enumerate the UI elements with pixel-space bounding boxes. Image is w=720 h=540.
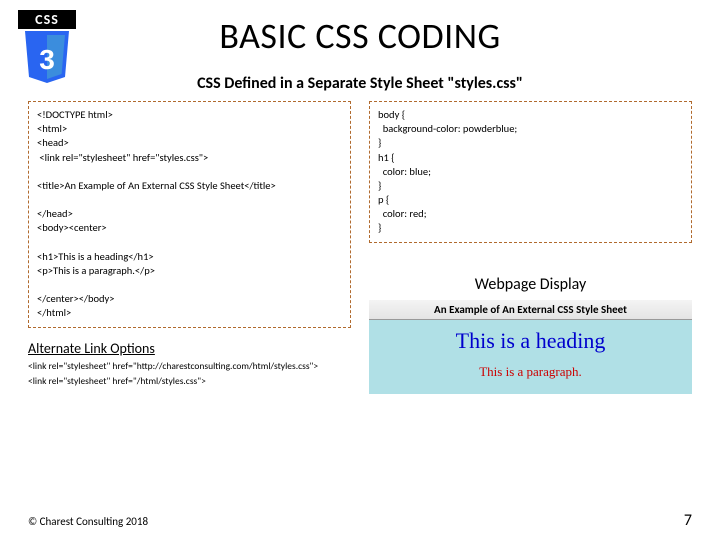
two-column-layout: <!DOCTYPE html> <html> <head> <link rel=… bbox=[28, 101, 692, 394]
html-code-box: <!DOCTYPE html> <html> <head> <link rel=… bbox=[28, 101, 351, 328]
css-code-box: body { background-color: powderblue; } h… bbox=[369, 101, 692, 243]
css3-logo: CSS 3 bbox=[18, 10, 76, 89]
copyright: © Charest Consulting 2018 bbox=[28, 515, 148, 528]
preview-paragraph: This is a paragraph. bbox=[377, 364, 684, 380]
page-number: 7 bbox=[684, 511, 692, 530]
rendered-preview: An Example of An External CSS Style Shee… bbox=[369, 300, 692, 394]
right-column: body { background-color: powderblue; } h… bbox=[369, 101, 692, 394]
slide: CSS 3 BASIC CSS CODING CSS Defined in a … bbox=[0, 0, 720, 540]
css3-shield-icon: 3 bbox=[21, 31, 73, 89]
left-column: <!DOCTYPE html> <html> <head> <link rel=… bbox=[28, 101, 351, 394]
webpage-display-label: Webpage Display bbox=[369, 275, 692, 294]
preview-tab-title: An Example of An External CSS Style Shee… bbox=[369, 300, 692, 320]
preview-heading: This is a heading bbox=[377, 328, 684, 354]
alternate-link-heading: Alternate Link Options bbox=[28, 340, 351, 357]
svg-text:3: 3 bbox=[39, 44, 55, 75]
alternate-link-2: <link rel="stylesheet" href="/html/style… bbox=[28, 376, 351, 387]
alternate-link-1: <link rel="stylesheet" href="http://char… bbox=[28, 361, 351, 372]
page-title: BASIC CSS CODING bbox=[28, 14, 692, 58]
logo-wordmark: CSS bbox=[18, 10, 76, 29]
subtitle: CSS Defined in a Separate Style Sheet "s… bbox=[28, 74, 692, 93]
